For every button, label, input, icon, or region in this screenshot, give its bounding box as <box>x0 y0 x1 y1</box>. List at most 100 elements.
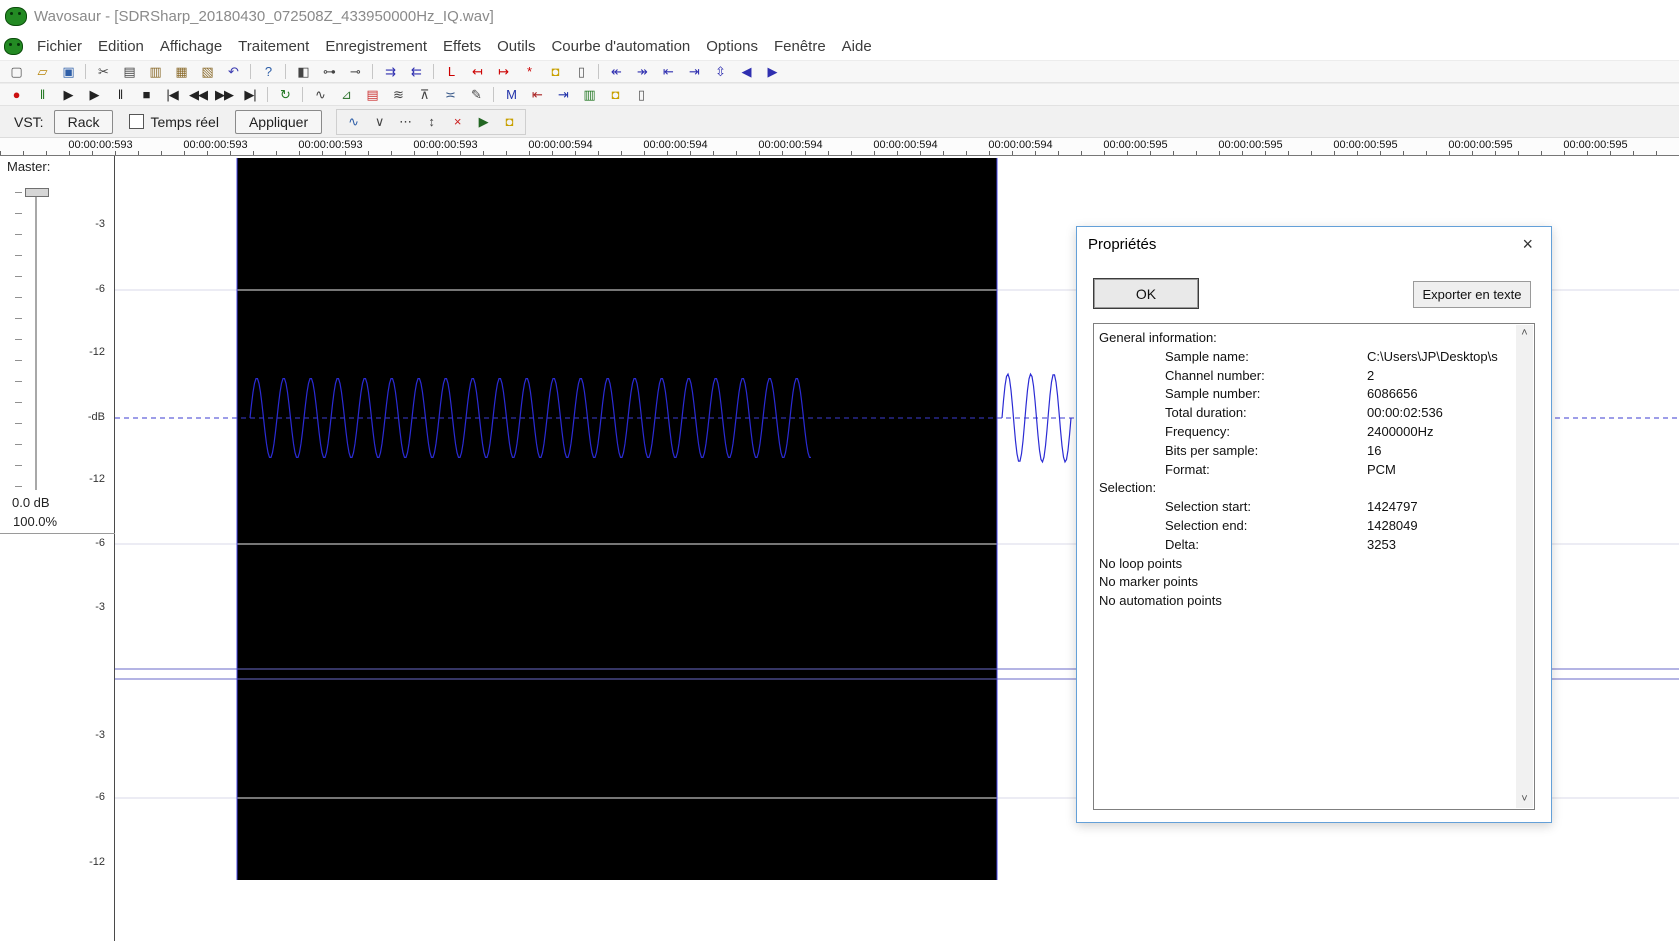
ruler-timestamp: 00:00:00:593 <box>298 139 363 151</box>
pause-icon[interactable]: ‖ <box>107 84 133 105</box>
paste-replace-icon[interactable]: ▧ <box>194 61 220 82</box>
realtime-checkbox[interactable] <box>129 114 145 129</box>
volume-slider-handle[interactable] <box>25 188 49 197</box>
delete-markers-icon[interactable]: ▯ <box>568 61 594 82</box>
resample-icon[interactable]: ⊶ <box>316 61 342 82</box>
prev-marker-icon[interactable]: ↤ <box>464 61 490 82</box>
vst-preset-icon[interactable]: ∿ <box>340 111 366 132</box>
oscilloscope-icon[interactable]: ≍ <box>437 84 463 105</box>
apply-button[interactable]: Appliquer <box>234 109 323 134</box>
preset-dropdown-icon[interactable]: ∨ <box>366 111 392 132</box>
spectrum-report-icon[interactable]: ▤ <box>359 84 385 105</box>
zoom-out-horizontal-icon[interactable]: ↠ <box>629 61 655 82</box>
loop-playback-icon[interactable]: ↻ <box>272 84 298 105</box>
scrollbar[interactable]: ˄ ˅ <box>1516 325 1533 808</box>
zoom-in-horizontal-icon[interactable]: ↞ <box>603 61 629 82</box>
insert-marker-icon[interactable]: * <box>516 61 542 82</box>
play-selection-icon[interactable]: ▶ <box>81 84 107 105</box>
window-title: Wavosaur - [SDRSharp_20180430_072508Z_43… <box>34 8 494 25</box>
document-frog-icon[interactable] <box>4 38 23 55</box>
property-row: Sample number: 6086656 <box>1099 385 1510 404</box>
spectrum-analysis-icon[interactable]: ≋ <box>385 84 411 105</box>
ruler-timestamp: 00:00:00:593 <box>183 139 248 151</box>
rewind-icon[interactable]: ◀◀ <box>185 84 211 105</box>
scroll-down-icon[interactable]: ˅ <box>1516 791 1533 808</box>
titlebar: Wavosaur - [SDRSharp_20180430_072508Z_43… <box>0 0 1679 33</box>
save-file-icon[interactable]: ▣ <box>55 61 81 82</box>
go-to-end-icon[interactable]: ▶| <box>237 84 263 105</box>
remove-vst-icon[interactable]: × <box>444 111 470 132</box>
zoom-selection-icon[interactable]: ⇉ <box>377 61 403 82</box>
paste-icon[interactable]: ▥ <box>142 61 168 82</box>
menu-traitement[interactable]: Traitement <box>230 36 317 57</box>
menu-affichage[interactable]: Affichage <box>152 36 230 57</box>
more-options-icon[interactable]: ⋯ <box>392 111 418 132</box>
menu-edition[interactable]: Edition <box>90 36 152 57</box>
stop-icon[interactable]: ■ <box>133 84 159 105</box>
master-gain-percent: 100.0% <box>13 514 58 529</box>
resize-icon[interactable]: ↕ <box>418 111 444 132</box>
waveform-view-icon[interactable]: ∿ <box>307 84 333 105</box>
new-file-icon[interactable]: ▢ <box>3 61 29 82</box>
toolbar-separator <box>250 64 251 79</box>
property-value: 3253 <box>1367 536 1396 552</box>
close-icon[interactable]: × <box>1516 232 1539 257</box>
toolbar-separator <box>285 64 286 79</box>
play-icon[interactable]: ▶ <box>55 84 81 105</box>
rack-button[interactable]: Rack <box>53 109 114 134</box>
vst-lock-icon[interactable]: ◘ <box>496 111 522 132</box>
volume-slider-track[interactable] <box>35 194 37 490</box>
master-gain-db: 0.0 dB <box>12 495 50 510</box>
align-left-icon[interactable]: ⇤ <box>524 84 550 105</box>
statistics-icon[interactable]: ⊿ <box>333 84 359 105</box>
audio-config-icon[interactable]: ◧ <box>290 61 316 82</box>
toolbar-transport: ● ‖ ▶ ▶ ‖ ■ |◀ ◀◀ ▶▶ ▶| ↻ ∿ ⊿ ▤ ≋ ⊼ ≍ ✎ M ⇤ ⇥ ▥ ◘ ▯ <box>0 83 1679 106</box>
lock-markers-icon[interactable]: ◘ <box>542 61 568 82</box>
menu-enregistrement[interactable]: Enregistrement <box>317 36 435 57</box>
property-value: 1424797 <box>1367 499 1418 515</box>
undo-icon[interactable]: ↶ <box>220 61 246 82</box>
next-marker-icon[interactable]: ↦ <box>490 61 516 82</box>
go-to-start-icon[interactable]: |◀ <box>159 84 185 105</box>
align-right-icon[interactable]: ⇥ <box>550 84 576 105</box>
menu-effets[interactable]: Effets <box>435 36 489 57</box>
property-label: Selection end: <box>1165 517 1248 533</box>
zoom-all-icon[interactable]: ⇥ <box>681 61 707 82</box>
zoom-vertical-icon[interactable]: ⇳ <box>707 61 733 82</box>
menu-aide[interactable]: Aide <box>834 36 880 57</box>
record-icon[interactable]: ● <box>3 84 29 105</box>
selection-region[interactable] <box>237 158 997 880</box>
cut-icon[interactable]: ✂ <box>90 61 116 82</box>
copy-icon[interactable]: ▤ <box>116 61 142 82</box>
pause-record-icon[interactable]: ‖ <box>29 84 55 105</box>
draw-wave-icon[interactable]: ✎ <box>463 84 489 105</box>
delete-icon[interactable]: ▯ <box>628 84 654 105</box>
vst-play-icon[interactable]: ▶ <box>470 111 496 132</box>
loop-marker-icon[interactable]: L <box>438 61 464 82</box>
sonogram-icon[interactable]: ⊼ <box>411 84 437 105</box>
scroll-up-icon[interactable]: ˄ <box>1516 325 1533 342</box>
fast-forward-icon[interactable]: ▶▶ <box>211 84 237 105</box>
ok-button[interactable]: OK <box>1093 278 1199 309</box>
property-row: No loop points <box>1099 555 1510 574</box>
properties-list[interactable]: General information: Sample name: C:\Users… <box>1093 323 1535 810</box>
time-ruler[interactable]: 00:00:00:593 00:00:00:593 00:00:00:593 00:0… <box>0 138 1679 156</box>
lock-icon[interactable]: ◘ <box>602 84 628 105</box>
zoom-to-selection-icon[interactable]: ⇤ <box>655 61 681 82</box>
menu-fichier[interactable]: Fichier <box>29 36 90 57</box>
marker-m-icon[interactable]: M <box>498 84 524 105</box>
unzoom-selection-icon[interactable]: ⇇ <box>403 61 429 82</box>
bind-channels-icon[interactable]: ⊸ <box>342 61 368 82</box>
export-text-button[interactable]: Exporter en texte <box>1413 281 1531 308</box>
paste-mix-icon[interactable]: ▦ <box>168 61 194 82</box>
go-next-icon[interactable]: ▶ <box>759 61 785 82</box>
menu-fen-tre[interactable]: Fenêtre <box>766 36 834 57</box>
go-previous-icon[interactable]: ◀ <box>733 61 759 82</box>
menu-outils[interactable]: Outils <box>489 36 543 57</box>
level-meter-icon[interactable]: ▥ <box>576 84 602 105</box>
property-row: Selection: <box>1099 479 1510 498</box>
help-icon[interactable]: ? <box>255 61 281 82</box>
menu-options[interactable]: Options <box>698 36 766 57</box>
open-file-icon[interactable]: ▱ <box>29 61 55 82</box>
menu-courbe-d-automation[interactable]: Courbe d'automation <box>543 36 698 57</box>
